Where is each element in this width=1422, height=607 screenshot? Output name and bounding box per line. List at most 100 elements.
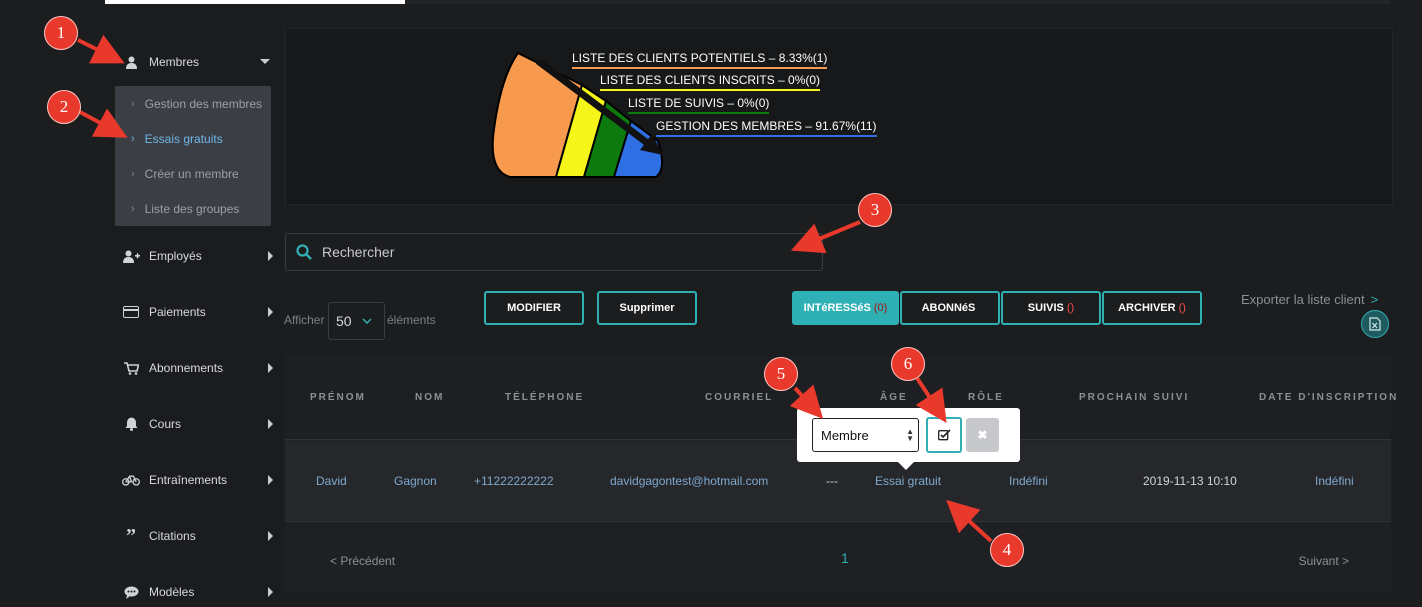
cancel-button[interactable]: ✖ (966, 418, 999, 452)
previous-page-button[interactable]: < Précédent (330, 554, 395, 568)
caret-right-icon (268, 363, 273, 373)
chevron-right-icon: › (131, 167, 135, 180)
select-arrows-icon: ▲ ▼ (906, 427, 914, 443)
cell-prochain-suivi[interactable]: Indéfini (1009, 474, 1048, 488)
search-box[interactable] (285, 233, 823, 271)
tab-suivis[interactable]: SUIVIS () (1001, 291, 1101, 325)
sidebar-item-label: Cours (149, 417, 182, 431)
submenu-item-label: Gestion des membres (144, 96, 263, 111)
check-square-icon (937, 429, 951, 441)
caret-right-icon (268, 475, 273, 485)
sidebar-item-label: Modèles (149, 585, 195, 599)
pagination: < Précédent 1 Suivant > (285, 522, 1391, 593)
excel-export-icon[interactable] (1361, 310, 1389, 338)
cell-extra[interactable]: Indéfini (1315, 474, 1354, 488)
chevron-down-icon (362, 315, 372, 327)
sidebar-item-label: Entraînements (149, 473, 228, 487)
tab-label: ARCHIVER (1118, 302, 1176, 314)
confirm-button[interactable] (926, 417, 962, 453)
tab-label: SUIVIS (1027, 302, 1064, 314)
submenu-item-essais-gratuits[interactable]: › Essais gratuits (115, 121, 271, 156)
col-age[interactable]: ÂGE (880, 392, 908, 403)
chevron-right-icon: › (131, 202, 135, 215)
caret-down-icon (260, 59, 270, 64)
marker-1: 1 (44, 16, 78, 50)
caret-right-icon (268, 251, 273, 261)
afficher-label: Afficher (284, 313, 325, 327)
sidebar-item-abonnements[interactable]: Abonnements (105, 353, 273, 383)
sidebar-item-label: Membres (149, 55, 200, 69)
sidebar-item-modeles[interactable]: Modèles (105, 577, 273, 607)
marker-3: 3 (858, 193, 892, 227)
cell-prenom[interactable]: David (316, 474, 347, 488)
page-size-select[interactable]: 50 (328, 302, 385, 340)
cell-age: --- (826, 474, 838, 488)
tab-count: () (1178, 302, 1186, 314)
role-select[interactable]: Membre ▲ ▼ (812, 418, 919, 452)
modifier-button[interactable]: MODIFIER (484, 291, 584, 325)
submenu-item-liste-groupes[interactable]: › Liste des groupes (115, 191, 271, 226)
tab-label: INTéRESSéS (803, 302, 871, 314)
role-edit-popover: Membre ▲ ▼ ✖ (797, 408, 1020, 470)
marker-4: 4 (990, 533, 1024, 567)
submenu-item-creer-membre[interactable]: › Créer un membre (115, 156, 271, 191)
caret-right-icon (268, 587, 273, 597)
sidebar-item-label: Employés (149, 249, 202, 263)
search-input[interactable] (320, 243, 804, 261)
bicycle-icon (122, 474, 140, 486)
role-select-value: Membre (821, 427, 869, 443)
sidebar-item-entrainements[interactable]: Entraînements (105, 465, 273, 495)
cell-courriel[interactable]: davidgagontest@hotmail.com (610, 474, 768, 488)
caret-right-icon (268, 531, 273, 541)
quote-icon: ” (126, 525, 136, 547)
tab-abonnes[interactable]: ABONNéS (900, 291, 1000, 325)
sidebar-item-cours[interactable]: Cours (105, 409, 273, 439)
cell-role-link[interactable]: Essai gratuit (875, 474, 941, 488)
col-prochain-suivi[interactable]: PROCHAIN SUIVI (1079, 392, 1189, 403)
page-number-1[interactable]: 1 (841, 550, 849, 566)
members-table: PRÉNOM NOM TÉLÉPHONE COURRIEL ÂGE RÔLE P… (285, 357, 1396, 593)
caret-right-icon (268, 419, 273, 429)
cell-date-inscription: 2019-11-13 10:10 (1143, 474, 1237, 488)
cell-telephone[interactable]: +11222222222 (474, 474, 554, 488)
sidebar-item-label: Citations (149, 529, 196, 543)
chevron-right-icon: › (131, 132, 135, 145)
search-icon (296, 244, 312, 260)
sidebar-item-employes[interactable]: Employés (105, 241, 273, 271)
sidebar-item-paiements[interactable]: Paiements (105, 297, 273, 327)
tab-interesses[interactable]: INTéRESSéS (0) (792, 291, 899, 325)
elements-label: éléments (387, 313, 436, 327)
col-date-inscription[interactable]: DATE D'INSCRIPTION (1259, 392, 1398, 403)
submenu-item-label: Liste des groupes (144, 201, 240, 216)
export-arrow: > (1370, 292, 1379, 307)
tab-label: ABONNéS (921, 302, 976, 314)
credit-card-icon (122, 306, 140, 318)
next-page-button[interactable]: Suivant > (1299, 554, 1349, 568)
close-icon: ✖ (977, 428, 988, 442)
tab-archiver[interactable]: ARCHIVER () (1102, 291, 1202, 325)
supprimer-button[interactable]: Supprimer (597, 291, 697, 325)
export-label: Exporter la liste client (1241, 292, 1365, 307)
col-nom[interactable]: NOM (415, 392, 444, 403)
col-role[interactable]: RÔLE (968, 392, 1004, 403)
submenu-item-gestion-membres[interactable]: › Gestion des membres (115, 86, 271, 121)
sidebar-item-label: Abonnements (149, 361, 224, 375)
bell-icon (122, 417, 140, 431)
chevron-right-icon: › (131, 97, 135, 110)
marker-6: 6 (891, 347, 925, 381)
tab-count: () (1066, 302, 1075, 314)
sidebar-item-membres[interactable]: Membres (105, 47, 273, 77)
caret-right-icon (268, 307, 273, 317)
cart-icon (122, 361, 140, 375)
cell-nom[interactable]: Gagnon (394, 474, 437, 488)
submenu-item-label: Créer un membre (144, 166, 239, 181)
col-courriel[interactable]: COURRIEL (705, 392, 773, 403)
col-telephone[interactable]: TÉLÉPHONE (505, 392, 584, 403)
export-link[interactable]: Exporter la liste client > (1241, 292, 1378, 307)
user-plus-icon (122, 250, 140, 263)
funnel-label-suivis: LISTE DE SUIVIS – 0%(0) (628, 96, 770, 114)
sidebar-item-citations[interactable]: ” Citations (105, 521, 273, 551)
col-prenom[interactable]: PRÉNOM (310, 392, 366, 403)
marker-5: 5 (764, 357, 798, 391)
comment-icon (122, 586, 140, 599)
